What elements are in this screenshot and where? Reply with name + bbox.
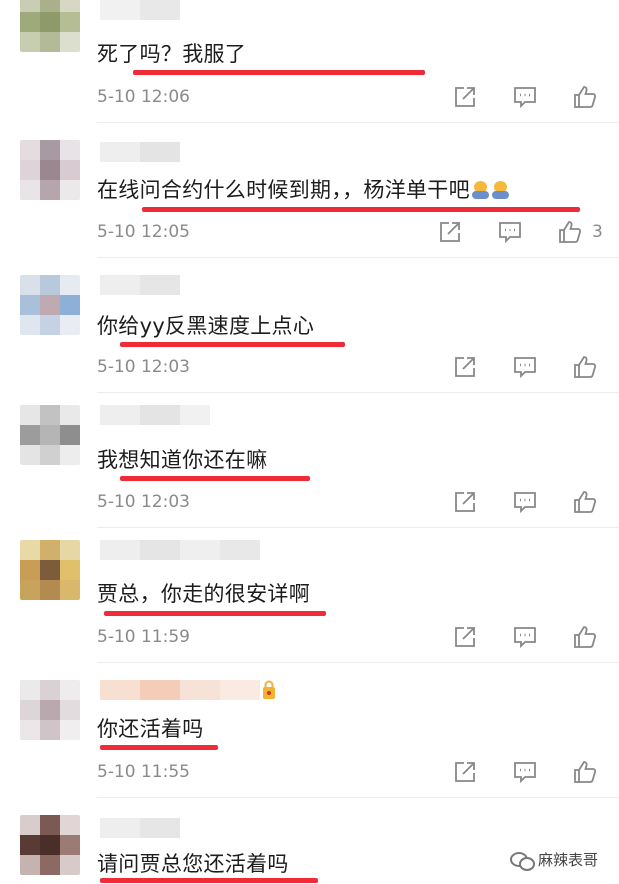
username-blurred[interactable] <box>100 680 260 700</box>
username-blurred[interactable] <box>100 142 180 162</box>
crying-emoji-icon <box>471 180 490 200</box>
like-button[interactable] <box>555 217 585 247</box>
like-button[interactable] <box>570 352 600 382</box>
avatar[interactable] <box>20 275 80 335</box>
share-button[interactable] <box>450 757 480 787</box>
thumbs-up-icon <box>574 86 597 108</box>
thumbs-up-icon <box>574 491 597 513</box>
reply-button[interactable] <box>510 622 540 652</box>
divider <box>97 392 619 393</box>
share-icon <box>455 357 475 377</box>
avatar[interactable] <box>20 140 80 200</box>
comment-text: 我想知道你还在嘛 <box>97 448 268 472</box>
comment-text: 你给yy反黑速度上点心 <box>97 314 315 338</box>
comment-text: 贾总，你走的很安详啊 <box>97 582 310 606</box>
comment-icon <box>514 627 536 649</box>
comment-time: 5-10 11:55 <box>97 762 190 782</box>
comment-text: 请问贾总您还活着吗 <box>97 852 289 876</box>
share-button[interactable] <box>435 217 465 247</box>
comment-text: 死了吗？我服了 <box>97 42 247 66</box>
highlight-underline <box>100 745 218 750</box>
share-icon <box>440 222 460 242</box>
username-blurred[interactable] <box>100 540 260 560</box>
divider <box>97 122 619 123</box>
comment-icon <box>514 492 536 514</box>
comment-icon <box>499 222 521 244</box>
share-icon <box>455 762 475 782</box>
comment-time: 5-10 12:05 <box>97 222 190 242</box>
share-button[interactable] <box>450 82 480 112</box>
comment-time: 5-10 12:03 <box>97 357 190 377</box>
thumbs-up-icon <box>574 356 597 378</box>
highlight-underline <box>104 611 326 616</box>
comment-icon <box>514 87 536 109</box>
share-button[interactable] <box>450 487 480 517</box>
like-button[interactable] <box>570 82 600 112</box>
share-icon <box>455 492 475 512</box>
avatar[interactable] <box>20 405 80 465</box>
avatar[interactable] <box>20 0 80 52</box>
comment-text: 你还活着吗 <box>97 717 204 741</box>
reply-button[interactable] <box>510 352 540 382</box>
highlight-underline <box>133 70 425 75</box>
username-blurred[interactable] <box>100 0 180 20</box>
username-blurred[interactable] <box>100 275 180 295</box>
share-icon <box>455 87 475 107</box>
highlight-underline <box>120 476 310 481</box>
divider <box>97 527 619 528</box>
highlight-underline <box>100 878 318 883</box>
share-icon <box>455 627 475 647</box>
thumbs-up-icon <box>574 761 597 783</box>
divider <box>97 662 619 663</box>
comment-time: 5-10 11:59 <box>97 627 190 647</box>
watermark-text: 麻辣表哥 <box>538 850 599 869</box>
comment-time: 5-10 12:03 <box>97 492 190 512</box>
avatar[interactable] <box>20 540 80 600</box>
comment-text: 在线问合约什么时候到期，，杨洋单干吧 <box>97 176 510 204</box>
crying-emoji-icon <box>491 180 510 200</box>
highlight-underline <box>142 207 580 212</box>
reply-button[interactable] <box>495 217 525 247</box>
comment-icon <box>514 357 536 379</box>
divider <box>97 797 619 798</box>
reply-button[interactable] <box>510 82 540 112</box>
share-button[interactable] <box>450 622 480 652</box>
wechat-icon <box>510 850 535 871</box>
reply-button[interactable] <box>510 757 540 787</box>
highlight-underline <box>120 342 345 347</box>
lock-badge-icon <box>263 680 275 699</box>
comment-time: 5-10 12:06 <box>97 87 190 107</box>
share-button[interactable] <box>450 352 480 382</box>
username-blurred[interactable] <box>100 405 210 425</box>
comment-icon <box>514 762 536 784</box>
avatar[interactable] <box>20 815 80 875</box>
like-button[interactable] <box>570 622 600 652</box>
thumbs-up-icon <box>559 221 582 243</box>
watermark: 麻辣表哥 <box>510 846 598 872</box>
divider <box>97 257 619 258</box>
thumbs-up-icon <box>574 626 597 648</box>
avatar[interactable] <box>20 680 80 740</box>
username-blurred[interactable] <box>100 818 180 838</box>
like-button[interactable] <box>570 757 600 787</box>
like-count: 3 <box>592 222 603 242</box>
reply-button[interactable] <box>510 487 540 517</box>
like-button[interactable] <box>570 487 600 517</box>
